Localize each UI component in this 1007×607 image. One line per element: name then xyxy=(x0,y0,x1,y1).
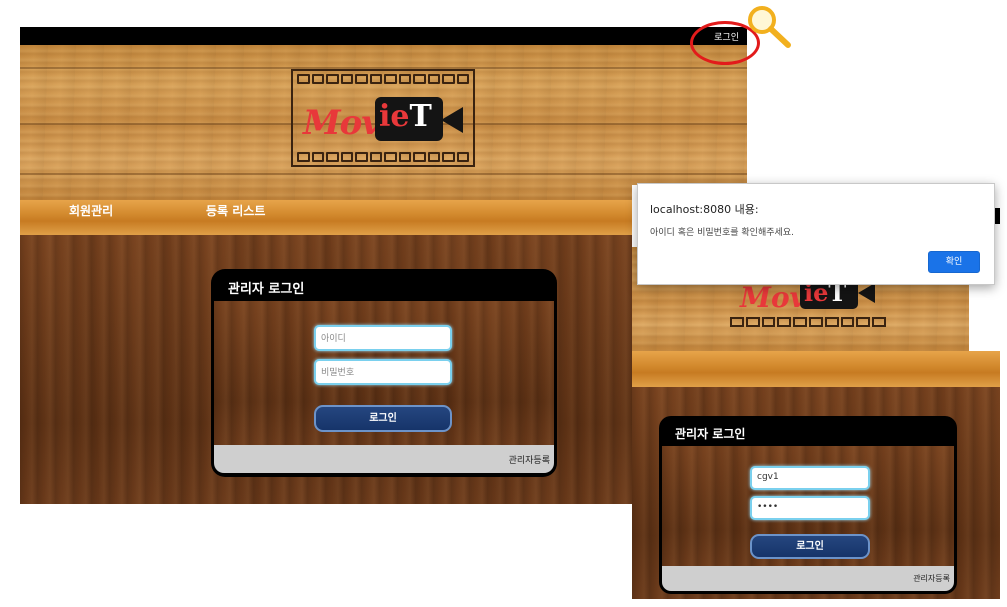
nav-register-list[interactable]: 등록 리스트 xyxy=(206,202,265,219)
login-panel-body: 아이디 비밀번호 로그인 xyxy=(214,301,554,445)
password-input[interactable]: 비밀번호 xyxy=(314,359,452,385)
id-input[interactable]: 아이디 xyxy=(314,325,452,351)
camera-icon xyxy=(858,283,875,303)
canvas: 로그인 Mov ieT 회원관리 등록 리스트 관리자 로그인 아이디 비밀번호… xyxy=(0,0,1007,607)
admin-register-link-2[interactable]: 관리자등록 xyxy=(913,573,950,584)
login-button-2[interactable]: 로그인 xyxy=(750,534,870,559)
admin-login-panel-2: 관리자 로그인 cgv1 •••• 로그인 관리자등록 xyxy=(659,416,957,594)
film-strip-2 xyxy=(730,317,886,327)
top-bar: 로그인 xyxy=(20,27,747,45)
alert-dialog: localhost:8080 내용: 아이디 혹은 비밀번호를 확인해주세요. … xyxy=(637,183,995,285)
id-input-2[interactable]: cgv1 xyxy=(750,466,870,490)
plank-line xyxy=(20,173,747,175)
site-logo[interactable]: Mov ieT xyxy=(291,69,475,167)
camera-icon xyxy=(441,107,463,133)
magnifier-icon xyxy=(748,6,791,48)
login-panel-title-2: 관리자 로그인 xyxy=(675,427,746,441)
header-banner: Mov ieT xyxy=(20,45,747,200)
film-strip-top xyxy=(297,74,469,84)
film-strip-bottom xyxy=(297,152,469,162)
password-input-2[interactable]: •••• xyxy=(750,496,870,520)
login-button[interactable]: 로그인 xyxy=(314,405,452,432)
logo-text-red-2: Mov xyxy=(740,281,806,314)
logo-wordmark: Mov ieT xyxy=(303,97,469,143)
admin-login-panel: 관리자 로그인 아이디 비밀번호 로그인 관리자등록 xyxy=(211,269,557,477)
alert-message: 아이디 혹은 비밀번호를 확인해주세요. xyxy=(650,228,794,238)
logo-text-red: Mov xyxy=(303,103,381,143)
logo-text-white: ieT xyxy=(379,99,432,134)
nav-bar-2 xyxy=(632,351,1000,387)
login-panel-title: 관리자 로그인 xyxy=(228,282,305,297)
login-panel-body-2: cgv1 •••• 로그인 xyxy=(662,446,954,566)
login-panel-footer: 관리자등록 xyxy=(214,445,554,473)
alert-title: localhost:8080 내용: xyxy=(650,203,759,216)
alert-ok-button[interactable]: 확인 xyxy=(928,251,980,273)
admin-register-link[interactable]: 관리자등록 xyxy=(509,453,550,466)
login-panel-footer-2: 관리자등록 xyxy=(662,566,954,591)
nav-member-management[interactable]: 회원관리 xyxy=(69,202,113,219)
